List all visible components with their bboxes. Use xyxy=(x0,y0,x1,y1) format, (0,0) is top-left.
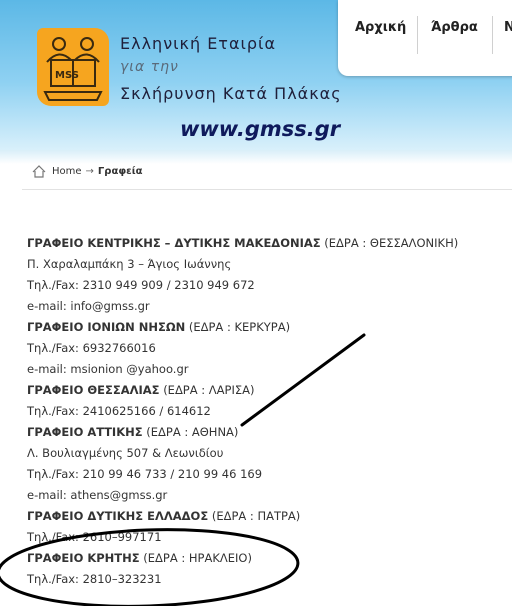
header-shadow xyxy=(0,150,512,164)
office-phone: Τηλ./Fax: 2610–997171 xyxy=(27,530,162,544)
office-heading: ΓΡΑΦΕΙΟ ΔΥΤΙΚΗΣ ΕΛΛΑΔΟΣ (ΕΔΡΑ : ΠΑΤΡΑ) xyxy=(27,506,507,527)
office-phone: Τηλ./Fax: 210 99 46 733 / 210 99 46 169 xyxy=(27,467,263,481)
office-name: ΓΡΑΦΕΙΟ ΚΕΝΤΡΙΚΗΣ – ΔΥΤΙΚΗΣ ΜΑΚΕΔΟΝΙΑΣ xyxy=(27,236,321,250)
nav-item-more[interactable]: N xyxy=(504,20,512,35)
logo-lettering: MSS xyxy=(55,70,79,81)
office-phone: Τηλ./Fax: 2310 949 909 / 2310 949 672 xyxy=(27,278,255,292)
office-name: ΓΡΑΦΕΙΟ ΙΟΝΙΩΝ ΝΗΣΩΝ xyxy=(27,320,186,334)
nav-divider xyxy=(417,16,418,54)
nav-item-articles[interactable]: Άρθρα xyxy=(431,20,478,35)
breadcrumb-home-link[interactable]: Home xyxy=(52,166,82,177)
office-phone: Τηλ./Fax: 2810–323231 xyxy=(27,572,162,586)
nav-divider xyxy=(492,16,493,54)
office-email[interactable]: e-mail: athens@gmss.gr xyxy=(27,485,507,506)
main-nav: Αρχική Άρθρα N xyxy=(338,0,512,76)
office-seat: (ΕΔΡΑ : ΚΕΡΚΥΡΑ) xyxy=(188,320,291,334)
office-seat: (ΕΔΡΑ : ΛΑΡΙΣΑ) xyxy=(163,383,255,397)
office-heading: ΓΡΑΦΕΙΟ ΘΕΣΣΑΛΙΑΣ (ΕΔΡΑ : ΛΑΡΙΣΑ) xyxy=(27,380,507,401)
office-phone: Τηλ./Fax: 2410625166 / 614612 xyxy=(27,404,211,418)
office-name: ΓΡΑΦΕΙΟ ΑΤΤΙΚΗΣ xyxy=(27,425,143,439)
office-seat: (ΕΔΡΑ : ΘΕΣΣΑΛΟΝΙΚΗ) xyxy=(324,236,459,250)
office-address: Λ. Βουλιαγμένης 507 & Λεωνιδίου xyxy=(27,446,224,460)
nav-item-home[interactable]: Αρχική xyxy=(355,20,406,35)
office-email[interactable]: e-mail: info@gmss.gr xyxy=(27,296,507,317)
breadcrumb-current: Γραφεία xyxy=(97,166,143,177)
office-name: ΓΡΑΦΕΙΟ ΚΡΗΤΗΣ xyxy=(27,551,140,565)
office-name: ΓΡΑΦΕΙΟ ΘΕΣΣΑΛΙΑΣ xyxy=(27,383,160,397)
logo[interactable]: MSS xyxy=(37,28,109,106)
office-email[interactable]: e-mail: msionion @yahoo.gr xyxy=(27,359,507,380)
office-name: ΓΡΑΦΕΙΟ ΔΥΤΙΚΗΣ ΕΛΛΑΔΟΣ xyxy=(27,509,209,523)
brand-subtitle: για την xyxy=(120,59,179,75)
office-heading: ΓΡΑΦΕΙΟ ΚΕΝΤΡΙΚΗΣ – ΔΥΤΙΚΗΣ ΜΑΚΕΔΟΝΙΑΣ (… xyxy=(27,233,507,254)
offices-list: ΓΡΑΦΕΙΟ ΚΕΝΤΡΙΚΗΣ – ΔΥΤΙΚΗΣ ΜΑΚΕΔΟΝΙΑΣ (… xyxy=(27,233,507,590)
breadcrumb: Home → Γραφεία xyxy=(32,165,142,178)
office-seat: (ΕΔΡΑ : ΑΘΗΝΑ) xyxy=(146,425,239,439)
office-heading: ΓΡΑΦΕΙΟ ΑΤΤΙΚΗΣ (ΕΔΡΑ : ΑΘΗΝΑ) xyxy=(27,422,507,443)
office-address: Π. Χαραλαμπάκη 3 – Άγιος Ιωάννης xyxy=(27,257,232,271)
home-icon[interactable] xyxy=(32,165,46,178)
office-phone: Τηλ./Fax: 6932766016 xyxy=(27,341,156,355)
site-url[interactable]: www.gmss.gr xyxy=(180,117,340,141)
office-seat: (ΕΔΡΑ : ΠΑΤΡΑ) xyxy=(211,509,301,523)
logo-mark-icon: MSS xyxy=(43,37,103,101)
office-seat: (ΕΔΡΑ : ΗΡΑΚΛΕΙΟ) xyxy=(143,551,252,565)
divider xyxy=(22,189,512,190)
site-header: MSS Ελληνική Εταιρία για την Σκλήρυνση Κ… xyxy=(0,0,512,150)
office-heading: ΓΡΑΦΕΙΟ ΚΡΗΤΗΣ (ΕΔΡΑ : ΗΡΑΚΛΕΙΟ) xyxy=(27,548,507,569)
office-heading: ΓΡΑΦΕΙΟ ΙΟΝΙΩΝ ΝΗΣΩΝ (ΕΔΡΑ : ΚΕΡΚΥΡΑ) xyxy=(27,317,507,338)
brand-title: Ελληνική Εταιρία xyxy=(120,34,277,53)
breadcrumb-separator: → xyxy=(85,166,94,177)
brand-tagline: Σκλήρυνση Κατά Πλάκας xyxy=(120,84,342,103)
